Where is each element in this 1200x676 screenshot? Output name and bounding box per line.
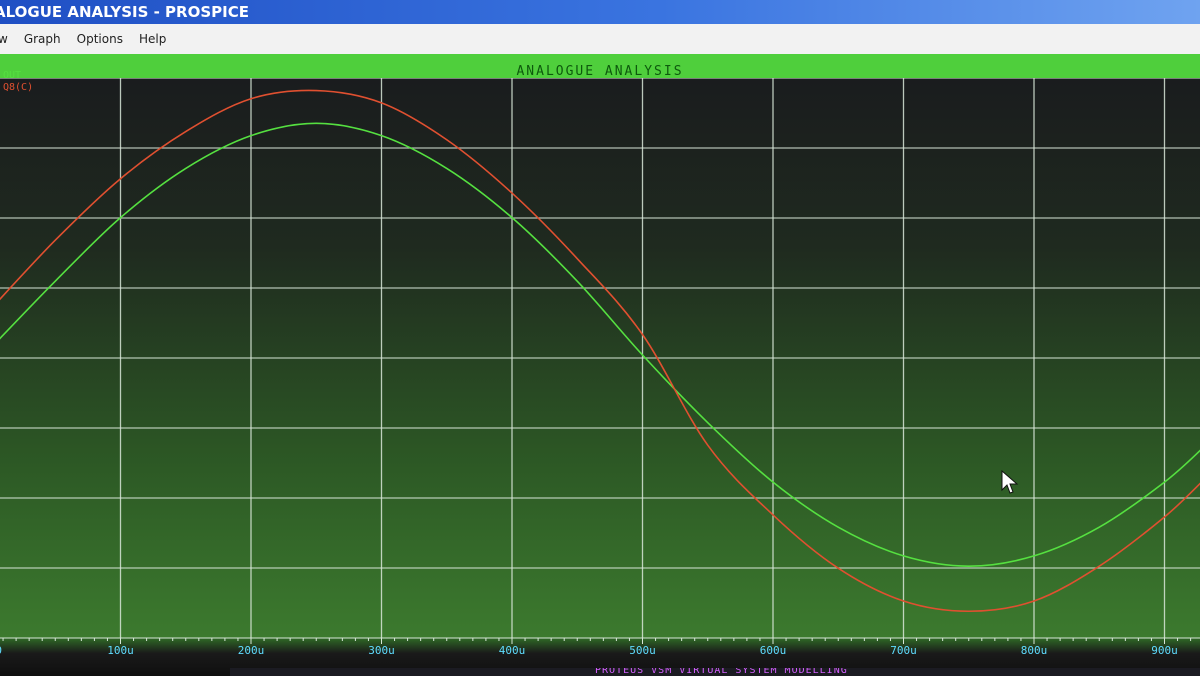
grid-lines <box>0 78 1200 638</box>
graph-header: ANALOGUE ANALYSIS <box>0 54 1200 79</box>
mouse-pointer-icon <box>1001 470 1019 494</box>
x-tick-label: 700u <box>890 644 917 657</box>
trace-q8-c <box>0 89 1200 613</box>
plot-area[interactable] <box>0 78 1200 638</box>
graph-title: ANALOGUE ANALYSIS <box>516 64 684 79</box>
menu-help[interactable]: Help <box>131 32 174 46</box>
traces <box>0 89 1200 613</box>
x-axis: 0 100u 200u 300u 400u 500u 600u 700u 800u 900u <box>0 638 1200 657</box>
x-tick-label: 500u <box>629 644 656 657</box>
x-tick-label: 600u <box>760 644 787 657</box>
window-title: ALOGUE ANALYSIS - PROSPICE <box>0 3 249 21</box>
analogue-analysis-chart[interactable] <box>0 78 1200 638</box>
legend-q8c: Q8(C) <box>3 82 34 93</box>
status-text: PROTEUS VSM VIRTUAL SYSTEM MODELLING <box>595 668 848 676</box>
x-tick-label: 200u <box>238 644 265 657</box>
x-tick-label: 100u <box>107 644 134 657</box>
menu-view[interactable]: w <box>0 32 16 46</box>
menu-bar: w Graph Options Help <box>0 24 1200 54</box>
x-tick-label: 0 <box>0 644 2 657</box>
legend: OUT Q8(C) <box>3 70 33 94</box>
menu-graph[interactable]: Graph <box>16 32 69 46</box>
x-tick-label: 900u <box>1151 644 1178 657</box>
x-tick-label: 400u <box>499 644 526 657</box>
legend-out: OUT <box>3 70 22 81</box>
x-tick-label: 800u <box>1021 644 1048 657</box>
menu-options[interactable]: Options <box>69 32 131 46</box>
window-title-bar: ALOGUE ANALYSIS - PROSPICE <box>0 0 1200 24</box>
status-bar: PROTEUS VSM VIRTUAL SYSTEM MODELLING <box>230 668 1200 676</box>
trace-out <box>0 122 1200 567</box>
x-tick-label: 300u <box>368 644 395 657</box>
